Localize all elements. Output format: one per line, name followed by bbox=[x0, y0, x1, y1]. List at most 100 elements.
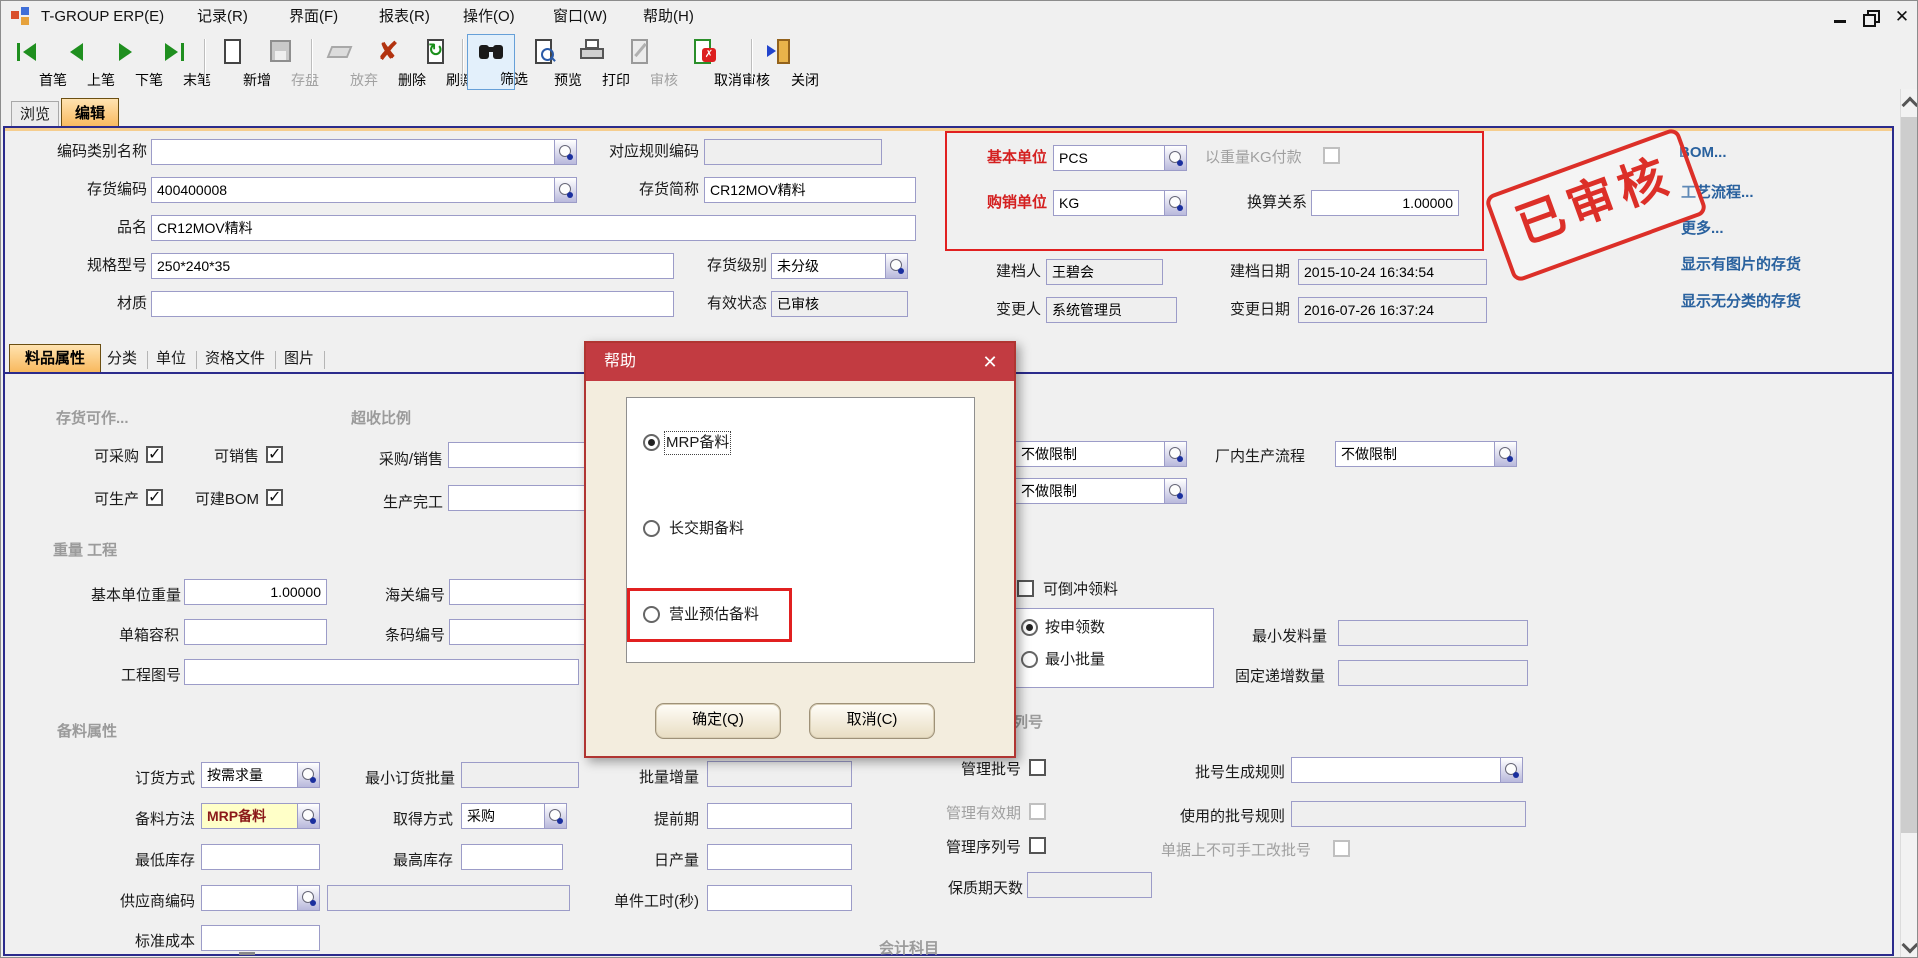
toolbar-new-button[interactable]: 新增 bbox=[209, 34, 257, 90]
help-dialog-titlebar[interactable]: 帮助 bbox=[586, 343, 1014, 381]
issue-min-batch-radio[interactable] bbox=[1021, 651, 1038, 668]
toolbar-cancel-audit-button[interactable]: ✗ 取消审核 bbox=[664, 34, 742, 90]
menu-item-window[interactable]: 窗口(W) bbox=[553, 7, 607, 27]
unit-weight-field[interactable]: 1.00000 bbox=[184, 579, 327, 605]
scrollbar-thumb[interactable] bbox=[1901, 117, 1918, 833]
lead-time-field[interactable] bbox=[707, 803, 852, 829]
level-lookup-icon[interactable] bbox=[886, 253, 908, 279]
toolbar-refresh-button[interactable]: ↻ 刷新 bbox=[412, 34, 460, 90]
dialog-close-icon[interactable]: ✕ bbox=[978, 350, 1002, 374]
erp-window: T-GROUP ERP(E) 记录(R) 界面(F) 报表(R) 操作(O) 窗… bbox=[0, 0, 1918, 958]
menu-item-help[interactable]: 帮助(H) bbox=[643, 7, 694, 27]
prep-method-label: 备料方法 bbox=[119, 810, 195, 830]
long-lead-prep-radio[interactable] bbox=[643, 520, 660, 537]
menu-item-operation[interactable]: 操作(O) bbox=[463, 7, 515, 27]
level-field[interactable]: 未分级 bbox=[771, 253, 886, 279]
close-window-button[interactable]: ✕ bbox=[1891, 7, 1913, 27]
menu-item-app[interactable]: T-GROUP ERP(E) bbox=[41, 7, 164, 27]
minimize-button[interactable] bbox=[1829, 7, 1851, 27]
limit2-lookup-icon[interactable] bbox=[1165, 478, 1187, 504]
work-time-field[interactable] bbox=[707, 885, 852, 911]
min-stock-field[interactable] bbox=[201, 844, 320, 870]
prod-ratio-field[interactable] bbox=[448, 485, 593, 511]
factory-flow-field[interactable]: 不做限制 bbox=[1335, 441, 1495, 467]
mrp-prep-label[interactable]: MRP备料 bbox=[666, 433, 729, 453]
show-with-images-link[interactable]: 显示有图片的存货 bbox=[1681, 253, 1801, 274]
subtab-picture[interactable]: 图片 bbox=[284, 349, 314, 369]
subtab-attributes[interactable]: 料品属性 bbox=[9, 344, 101, 372]
spec-field[interactable]: 250*240*35 bbox=[151, 253, 674, 279]
max-stock-field[interactable] bbox=[461, 844, 563, 870]
base-unit-field[interactable]: PCS bbox=[1053, 145, 1165, 171]
ps-ratio-field[interactable] bbox=[448, 442, 593, 468]
std-cost-field[interactable] bbox=[201, 925, 320, 951]
bom-allowed-checkbox[interactable] bbox=[266, 489, 283, 506]
material-field[interactable] bbox=[151, 291, 674, 317]
trade-unit-lookup-icon[interactable] bbox=[1165, 190, 1187, 216]
restore-button[interactable] bbox=[1859, 7, 1881, 27]
supplier-lookup-icon[interactable] bbox=[298, 885, 320, 911]
issue-by-request-radio[interactable] bbox=[1021, 619, 1038, 636]
close-form-icon bbox=[765, 36, 797, 68]
backflush-checkbox[interactable] bbox=[1017, 580, 1034, 597]
acquire-lookup-icon[interactable] bbox=[545, 803, 567, 829]
toolbar-preview-button[interactable]: 预览 bbox=[520, 34, 568, 90]
menu-item-report[interactable]: 报表(R) bbox=[379, 7, 430, 27]
manage-batch-checkbox[interactable] bbox=[1029, 759, 1046, 776]
daily-output-field[interactable] bbox=[707, 844, 852, 870]
acquire-field[interactable]: 采购 bbox=[461, 803, 545, 829]
menu-item-record[interactable]: 记录(R) bbox=[197, 7, 248, 27]
purchasable-checkbox[interactable] bbox=[146, 446, 163, 463]
base-unit-lookup-icon[interactable] bbox=[1165, 145, 1187, 171]
sales-estimate-prep-label[interactable]: 营业预估备料 bbox=[669, 605, 759, 625]
volume-field[interactable] bbox=[184, 619, 327, 645]
toolbar-last-button[interactable]: 末笔 bbox=[149, 34, 197, 90]
sales-estimate-prep-radio[interactable] bbox=[643, 606, 660, 623]
subtab-unit[interactable]: 单位 bbox=[156, 349, 186, 369]
limit2-field[interactable]: 不做限制 bbox=[1015, 478, 1165, 504]
tab-edit[interactable]: 编辑 bbox=[61, 98, 119, 127]
coding-category-lookup-icon[interactable] bbox=[555, 139, 577, 165]
conversion-field[interactable]: 1.00000 bbox=[1311, 190, 1459, 216]
tab-browse[interactable]: 浏览 bbox=[11, 101, 59, 127]
toolbar-prev-button[interactable]: 上笔 bbox=[53, 34, 101, 90]
toolbar-print-button[interactable]: 打印 bbox=[568, 34, 616, 90]
supplier-field[interactable] bbox=[201, 885, 298, 911]
manage-serial-checkbox[interactable] bbox=[1029, 837, 1046, 854]
drawing-field[interactable] bbox=[184, 659, 579, 685]
customs-field[interactable] bbox=[449, 579, 594, 605]
order-mode-lookup-icon[interactable] bbox=[298, 762, 320, 788]
batch-rule-lookup-icon[interactable] bbox=[1501, 757, 1523, 783]
coding-category-field[interactable] bbox=[151, 139, 555, 165]
sellable-checkbox[interactable] bbox=[266, 446, 283, 463]
subtab-qualification[interactable]: 资格文件 bbox=[205, 349, 265, 369]
limit1-field[interactable]: 不做限制 bbox=[1015, 441, 1165, 467]
dialog-cancel-button[interactable]: 取消(C) bbox=[809, 703, 935, 739]
batch-rule-label: 批号生成规则 bbox=[1173, 763, 1285, 783]
item-short-field[interactable]: CR12MOV精料 bbox=[704, 177, 916, 203]
dialog-ok-button[interactable]: 确定(Q) bbox=[655, 703, 781, 739]
order-mode-field[interactable]: 按需求量 bbox=[201, 762, 298, 788]
unit-weight-label: 基本单位重量 bbox=[61, 586, 181, 606]
toolbar-filter-button[interactable]: 筛选 bbox=[467, 34, 515, 90]
mrp-prep-radio[interactable] bbox=[643, 434, 660, 451]
item-code-lookup-icon[interactable] bbox=[555, 177, 577, 203]
toolbar-delete-button[interactable]: ✘ 删除 bbox=[364, 34, 412, 90]
long-lead-prep-label[interactable]: 长交期备料 bbox=[669, 519, 744, 539]
subtab-category[interactable]: 分类 bbox=[107, 349, 137, 369]
barcode-field[interactable] bbox=[449, 619, 594, 645]
prep-method-lookup-icon[interactable] bbox=[298, 803, 320, 829]
toolbar-next-button[interactable]: 下笔 bbox=[101, 34, 149, 90]
toolbar-close-button[interactable]: 关闭 bbox=[757, 34, 805, 90]
menu-item-interface[interactable]: 界面(F) bbox=[289, 7, 338, 27]
factory-flow-lookup-icon[interactable] bbox=[1495, 441, 1517, 467]
show-unclassified-link[interactable]: 显示无分类的存货 bbox=[1681, 290, 1801, 311]
batch-rule-field[interactable] bbox=[1291, 757, 1501, 783]
prep-method-field[interactable]: MRP备料 bbox=[201, 803, 298, 829]
limit1-lookup-icon[interactable] bbox=[1165, 441, 1187, 467]
producible-checkbox[interactable] bbox=[146, 489, 163, 506]
item-name-field[interactable]: CR12MOV精料 bbox=[151, 215, 916, 241]
toolbar-first-button[interactable]: 首笔 bbox=[5, 34, 53, 90]
item-code-field[interactable]: 400400008 bbox=[151, 177, 555, 203]
trade-unit-field[interactable]: KG bbox=[1053, 190, 1165, 216]
